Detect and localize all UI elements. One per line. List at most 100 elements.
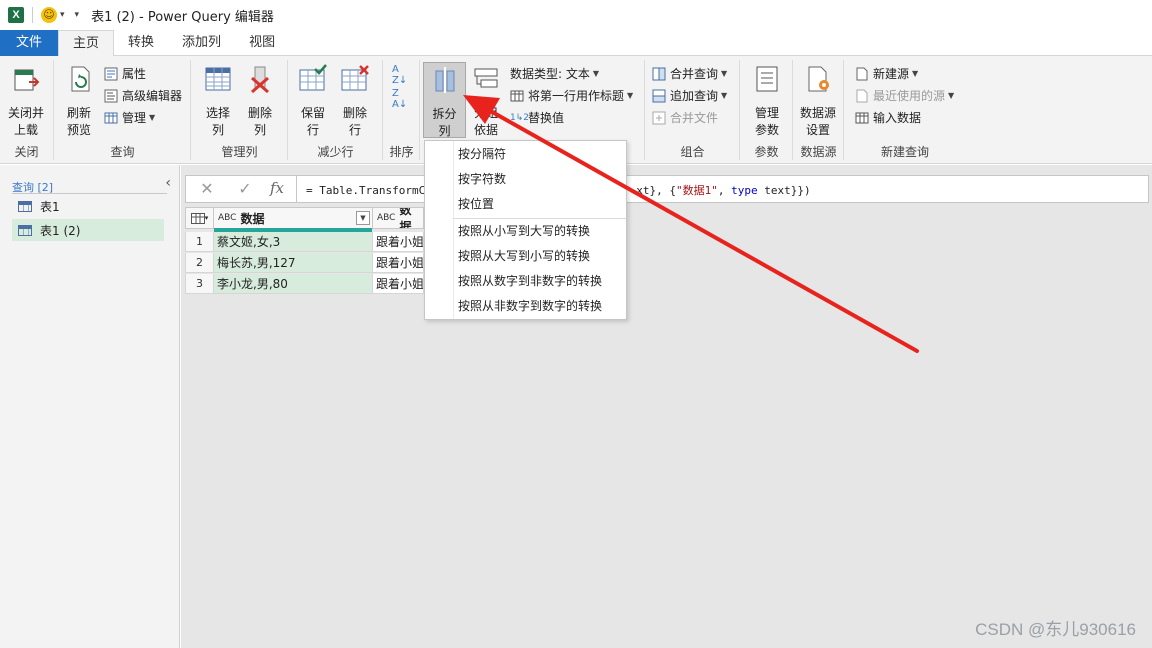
sort-ascending-icon[interactable]: A Z↓ [392,64,407,86]
menu-item-digit-to-nondigit[interactable]: 按照从数字到非数字的转换 [425,269,626,294]
title-bar: X ☺ ▾ ▾ 表1 (2) - Power Query 编辑器 [0,0,1152,30]
use-first-row-as-headers-button[interactable]: 将第一行用作标题 ▼ [510,86,633,106]
choose-columns-button[interactable]: 选择 列 [194,62,242,139]
table-header-icon [510,90,524,102]
column-header[interactable]: ABC 数据 ▼ [213,207,373,232]
row-number[interactable]: 3 [185,274,214,294]
manage-parameters-button[interactable]: 管理 参数 [743,62,791,139]
tab-view[interactable]: 视图 [235,30,289,56]
group-label-new-query: 新建查询 [880,145,929,159]
ribbon-tabs: 文件 主页 转换 添加列 视图 [0,30,1152,57]
tab-home[interactable]: 主页 [58,30,115,57]
formula-string: "数据1" [675,184,718,197]
column-header-label: 数据 [240,211,265,226]
menu-item-by-positions[interactable]: 按位置 [425,192,626,217]
query-item-selected[interactable]: 表1 (2) [12,219,164,241]
table-cell[interactable]: 跟着小姐 [373,253,424,273]
remove-columns-button[interactable]: 删除 列 [236,62,284,139]
combine-files-button[interactable]: 合并文件 [652,108,718,128]
query-item[interactable]: 表1 [12,195,164,217]
commit-formula-icon[interactable]: ✓ [230,179,260,199]
row-number[interactable]: 1 [185,232,214,252]
group-new-query: 新建源 ▼ 最近使用的源 ▼ 输入数据 新建查询 [845,60,965,160]
table-cell[interactable]: 蔡文姬,女,3 [214,232,373,252]
table-icon [18,224,32,236]
chevron-down-icon: ▾ [204,214,209,222]
group-by-button[interactable]: 分组 依据 [467,62,505,139]
advanced-editor-label: 高级编辑器 [122,89,183,103]
data-source-settings-icon [808,66,829,92]
menu-item-by-number-of-characters[interactable]: 按字符数 [425,167,626,192]
group-label-query: 查询 [110,145,135,159]
keep-rows-button[interactable]: 保留 行 [289,62,337,139]
menu-item-upper-to-lower[interactable]: 按照从大写到小写的转换 [425,244,626,269]
advanced-editor-icon [104,89,118,103]
collapse-pane-icon[interactable]: ‹ [165,175,171,191]
group-manage-columns: 选择 列 删除 列 管理列 [192,60,288,160]
merge-queries-label: 合并查询 [670,67,719,81]
text-type-icon[interactable]: ABC [218,213,236,223]
tab-add-column[interactable]: 添加列 [168,30,235,56]
remove-rows-button[interactable]: 删除 行 [331,62,379,139]
replace-values-button[interactable]: 1↳2 替换值 [510,108,564,128]
column-header-label: 数据 [399,207,412,229]
sort-descending-icon[interactable]: Z A↓ [392,88,407,110]
group-data-source: 数据源 设置 数据源 [794,60,844,160]
properties-button[interactable]: 属性 [104,64,146,84]
data-source-settings-button[interactable]: 数据源 设置 [794,62,842,139]
group-label-manage-columns: 管理列 [221,145,258,159]
new-source-icon [856,67,868,81]
tab-file[interactable]: 文件 [0,30,59,56]
new-source-button[interactable]: 新建源 ▼ [855,64,918,84]
chevron-down-icon: ▼ [912,69,919,78]
queries-pane: 查询 [2] ‹ 表1 表1 (2) [0,165,180,648]
remove-rows-icon [341,65,369,91]
row-number[interactable]: 2 [185,253,214,273]
menu-item-by-delimiter[interactable]: 按分隔符 [425,142,626,167]
group-parameters: 管理 参数 参数 [741,60,793,160]
enter-data-button[interactable]: 输入数据 [855,108,921,128]
split-column-button[interactable]: 拆分 列 [423,62,466,138]
table-cell[interactable]: 梅长苏,男,127 [214,253,373,273]
keep-rows-label: 保留 行 [300,106,325,137]
column-header[interactable]: ABC 数据 [372,207,424,229]
group-label-reduce-rows: 减少行 [317,145,354,159]
table-cell[interactable]: 跟着小姐 [373,232,424,252]
main-pane: ✕ ✓ fx = Table.TransformC xt}, {"数据1", ty… [181,165,1152,648]
menu-item-lower-to-upper[interactable]: 按照从小写到大写的转换 [425,219,626,244]
window-title: 表1 (2) - Power Query 编辑器 [91,9,274,25]
append-queries-button[interactable]: 追加查询 ▼ [652,86,727,106]
table-cell[interactable]: 李小龙,男,80 [214,274,373,294]
manage-query-button[interactable]: 管理 ▼ [104,108,155,128]
smiley-icon[interactable]: ☺ [41,7,57,23]
fx-icon[interactable]: fx [270,179,284,197]
choose-columns-label: 选择 列 [205,106,230,137]
split-column-icon [435,67,454,93]
cancel-formula-icon[interactable]: ✕ [192,179,222,199]
close-and-load-label: 关闭并 上载 [7,106,44,137]
column-quality-bar [373,228,423,229]
menu-item-nondigit-to-digit[interactable]: 按照从非数字到数字的转换 [425,294,626,319]
quick-access-customize-icon[interactable]: ▾ [75,10,80,20]
combine-files-label: 合并文件 [670,111,719,125]
recent-sources-button[interactable]: 最近使用的源 ▼ [855,86,954,106]
group-sort: A Z↓ Z A↓ 排序 [384,60,420,160]
merge-queries-button[interactable]: 合并查询 ▼ [652,64,727,84]
new-source-label: 新建源 [873,67,910,81]
chevron-down-icon: ▼ [592,69,600,78]
advanced-editor-button[interactable]: 高级编辑器 [104,86,182,106]
data-type-dropdown[interactable]: 数据类型: 文本 ▼ [510,64,599,84]
formula-text-mid: xt}, { [636,184,676,197]
properties-label: 属性 [122,67,147,81]
close-and-load-button[interactable]: 关闭并 上载 [2,62,50,139]
formula-sep: , [717,184,732,197]
table-cell[interactable]: 跟着小姐 [373,274,424,294]
refresh-preview-button[interactable]: 刷新 预览 [55,62,103,139]
tab-transform[interactable]: 转换 [114,30,168,56]
feedback-dropdown-icon[interactable]: ▾ [60,10,65,20]
filter-dropdown-icon[interactable]: ▼ [356,211,370,225]
recent-sources-icon [856,89,868,103]
table-menu-button[interactable]: ▾ [185,207,214,229]
text-type-icon[interactable]: ABC [377,213,395,223]
chevron-down-icon: ▼ [149,113,156,122]
